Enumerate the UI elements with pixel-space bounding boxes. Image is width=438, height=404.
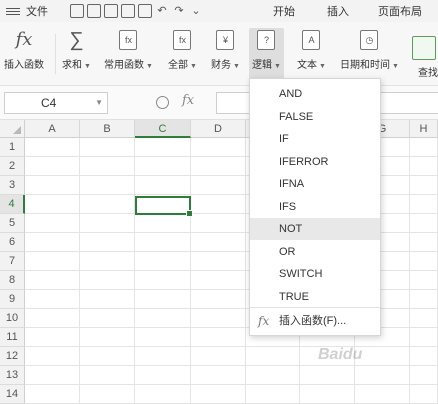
hamburger-menu-icon[interactable] [6,7,20,15]
save-icon[interactable] [87,4,101,18]
quick-access-toolbar: ↶ ↷ ⌄ [70,4,203,18]
more-chevron-down-icon[interactable]: ⌄ [189,4,203,18]
dropdown-item-if[interactable]: IF [250,128,380,150]
sigma-icon: ∑ [69,29,84,51]
print-icon[interactable] [121,4,135,18]
dropdown-divider [250,307,380,308]
tab-insert[interactable]: 插入 [327,3,349,19]
row-header-9[interactable]: 9 [0,290,25,309]
lookup-button[interactable]: 查找 [418,64,438,79]
row-header-10[interactable]: 10 [0,309,25,328]
column-gridline [134,138,135,404]
dropdown-item-not[interactable]: NOT [250,218,380,240]
print-preview-icon[interactable] [138,4,152,18]
column-header-h[interactable]: H [410,120,438,138]
dropdown-item-false[interactable]: FALSE [250,106,380,128]
row-header-6[interactable]: 6 [0,233,25,252]
fx-icon: fx [15,29,33,50]
row-header-14[interactable]: 14 [0,385,25,404]
formula-ribbon: fx 插入函数 ∑ 求和 ▼ fx 常用函数 ▼ fx 全部 ▼ ¥ 财务 ▼ ? 逻辑… [0,22,438,86]
insert-function-button[interactable]: fx 插入函数 [4,29,44,72]
menu-bar: 文件 ↶ ↷ ⌄ 开始 插入 页面布局 [0,0,438,22]
row-header-5[interactable]: 5 [0,214,25,233]
row-gridline [25,346,438,347]
column-header-a[interactable]: A [25,120,80,138]
row-header-11[interactable]: 11 [0,328,25,347]
tab-page-layout[interactable]: 页面布局 [378,3,422,19]
column-gridline [190,138,191,404]
row-header-1[interactable]: 1 [0,138,25,157]
row-header-2[interactable]: 2 [0,157,25,176]
column-header-c[interactable]: C [135,120,191,138]
datetime-icon: ◷ [360,30,379,50]
insert-function-menu-item[interactable]: fx 插入函数(F)... [250,310,380,332]
dropdown-item-iferror[interactable]: IFERROR [250,151,380,173]
row-header-4[interactable]: 4 [0,195,25,214]
select-all-corner[interactable] [0,120,25,138]
row-header-12[interactable]: 12 [0,347,25,366]
column-gridline [245,138,246,404]
all-functions-button[interactable]: fx 全部 ▼ [168,30,197,71]
text-function-icon: A [302,30,321,50]
finance-icon: ¥ [216,30,235,50]
finance-button[interactable]: ¥ 财务 ▼ [211,30,240,71]
dropdown-item-ifs[interactable]: IFS [250,196,380,218]
row-gridline [25,384,438,385]
row-gridline [25,365,438,366]
row-header-8[interactable]: 8 [0,271,25,290]
open-folder-icon[interactable] [70,4,84,18]
dropdown-item-switch[interactable]: SWITCH [250,263,380,285]
row-header-13[interactable]: 13 [0,366,25,385]
common-functions-button[interactable]: fx 常用函数 ▼ [104,30,153,71]
all-function-icon: fx [173,30,192,50]
name-box[interactable]: C4 ▼ [4,92,108,114]
redo-icon[interactable]: ↷ [172,4,186,18]
zoom-search-icon[interactable] [156,96,169,109]
fx-icon[interactable]: fx [182,93,194,108]
fx-icon: fx [258,314,270,328]
selected-cell-c4[interactable] [135,196,193,217]
dropdown-item-or[interactable]: OR [250,241,380,263]
row-header-3[interactable]: 3 [0,176,25,195]
logic-functions-dropdown: AND FALSE IF IFERROR IFNA IFS NOT OR SWITCH TRUE … [249,78,381,336]
tab-home[interactable]: 开始 [273,3,295,19]
dropdown-item-and[interactable]: AND [250,83,380,105]
text-functions-button[interactable]: A 文本 ▼ [297,30,326,71]
export-pdf-icon[interactable] [104,4,118,18]
column-header-d[interactable]: D [191,120,246,138]
undo-icon[interactable]: ↶ [155,4,169,18]
column-gridline [409,138,410,404]
column-header-b[interactable]: B [80,120,135,138]
logic-icon: ? [257,30,276,50]
lookup-icon[interactable] [412,36,436,60]
watermark: Baidu [318,346,363,363]
common-function-icon: fx [119,30,138,50]
row-header-7[interactable]: 7 [0,252,25,271]
chevron-down-icon: ▼ [95,98,103,107]
dropdown-item-ifna[interactable]: IFNA [250,173,380,195]
column-gridline [79,138,80,404]
dropdown-item-true[interactable]: TRUE [250,286,380,308]
datetime-button[interactable]: ◷ 日期和时间 ▼ [340,30,399,71]
sum-button[interactable]: ∑ 求和 ▼ [62,30,91,71]
logic-button[interactable]: ? 逻辑 ▼ [249,28,284,80]
menu-file[interactable]: 文件 [26,3,48,19]
